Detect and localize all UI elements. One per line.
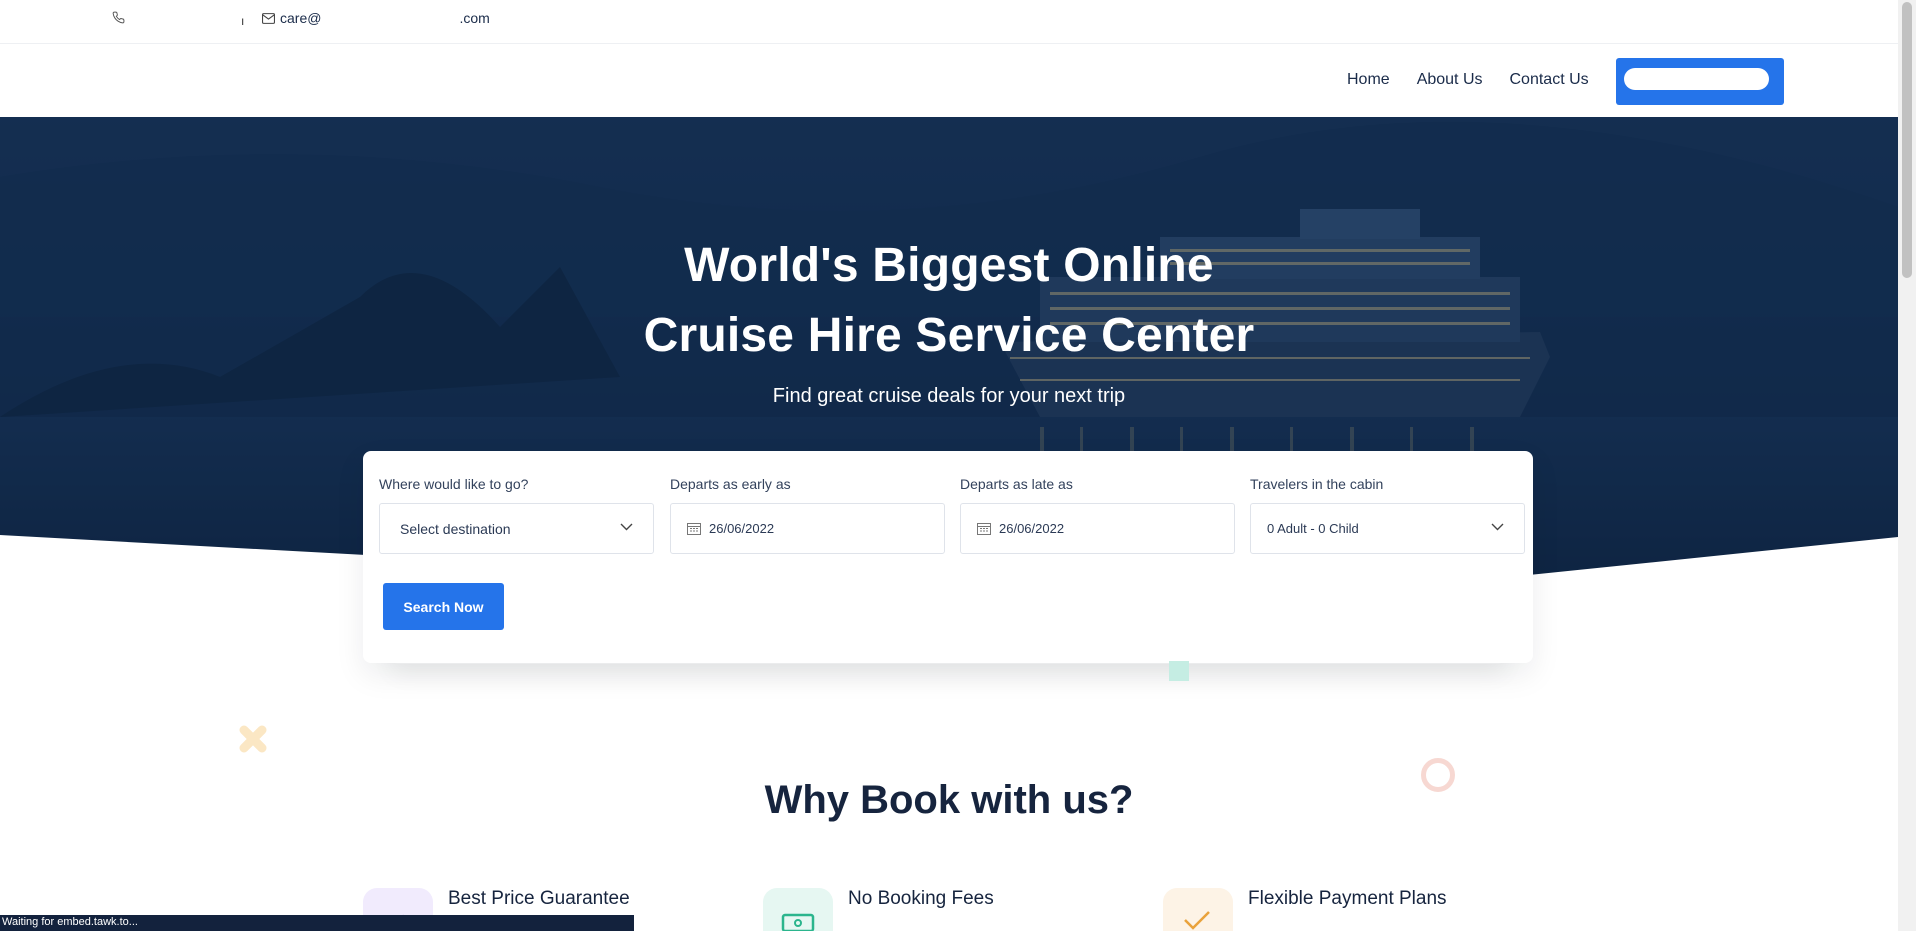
chevron-down-icon	[1491, 523, 1504, 531]
decor-cross-icon	[239, 725, 267, 753]
hero-title-line1: World's Biggest Online	[684, 239, 1214, 292]
calendar-icon	[687, 523, 701, 535]
email-suffix: .com	[459, 10, 490, 26]
travelers-field: Travelers in the cabin 0 Adult - 0 Child	[1250, 476, 1525, 554]
check-icon	[1163, 888, 1233, 931]
top-bar: ı care@ .com	[0, 0, 1898, 44]
calendar-icon	[977, 523, 991, 535]
destination-select[interactable]: Select destination	[379, 503, 654, 554]
phone-icon	[112, 11, 125, 24]
chevron-down-icon	[620, 523, 633, 531]
hero-title-line2: Cruise Hire Service Center	[643, 309, 1255, 362]
search-now-button[interactable]: Search Now	[383, 583, 504, 630]
travelers-label: Travelers in the cabin	[1250, 476, 1384, 492]
hero-title: World's Biggest Online Cruise Hire Servi…	[0, 231, 1898, 371]
phone-contact[interactable]	[112, 11, 131, 24]
browser-status-bar: Waiting for embed.tawk.to...	[0, 915, 634, 931]
nav-link-contact[interactable]: Contact Us	[1510, 71, 1589, 89]
travelers-value: 0 Adult - 0 Child	[1267, 521, 1359, 536]
feature-title: Flexible Payment Plans	[1248, 888, 1447, 909]
hero-subtitle: Find great cruise deals for your next tr…	[772, 385, 1126, 407]
redacted-label	[1624, 68, 1769, 90]
depart-early-value: 26/06/2022	[709, 521, 775, 536]
search-card: Where would like to go? Select destinati…	[363, 451, 1533, 663]
depart-late-field: Departs as late as 26/06/2022	[960, 476, 1235, 554]
scrollbar-thumb[interactable]	[1902, 2, 1912, 278]
main-nav: Home About Us Contact Us	[0, 45, 1898, 117]
depart-early-input[interactable]: 26/06/2022	[670, 503, 945, 554]
depart-late-input[interactable]: 26/06/2022	[960, 503, 1235, 554]
feature-title: Best Price Guarantee	[448, 888, 630, 909]
nav-cta-button[interactable]	[1616, 58, 1784, 105]
nav-link-about[interactable]: About Us	[1417, 71, 1483, 89]
page-scrollbar[interactable]	[1898, 0, 1916, 931]
depart-late-label: Departs as late as	[960, 476, 1073, 492]
nav-link-home[interactable]: Home	[1347, 71, 1390, 89]
depart-late-value: 26/06/2022	[999, 521, 1065, 536]
money-icon	[763, 888, 833, 931]
decor-square	[1169, 661, 1189, 681]
separator: ı	[241, 14, 245, 28]
destination-value: Select destination	[400, 520, 511, 537]
mail-icon	[262, 12, 275, 24]
travelers-select[interactable]: 0 Adult - 0 Child	[1250, 503, 1525, 554]
depart-early-field: Departs as early as 26/06/2022	[670, 476, 945, 554]
destination-field: Where would like to go? Select destinati…	[379, 476, 654, 554]
nav-links: Home About Us Contact Us	[1347, 71, 1589, 89]
email-prefix: care@	[280, 10, 322, 26]
email-contact[interactable]: care@ .com	[262, 10, 490, 26]
destination-label: Where would like to go?	[379, 476, 529, 492]
why-title: Why Book with us?	[764, 778, 1134, 822]
redacted-block	[326, 10, 455, 26]
feature-title: No Booking Fees	[848, 888, 994, 909]
depart-early-label: Departs as early as	[670, 476, 791, 492]
